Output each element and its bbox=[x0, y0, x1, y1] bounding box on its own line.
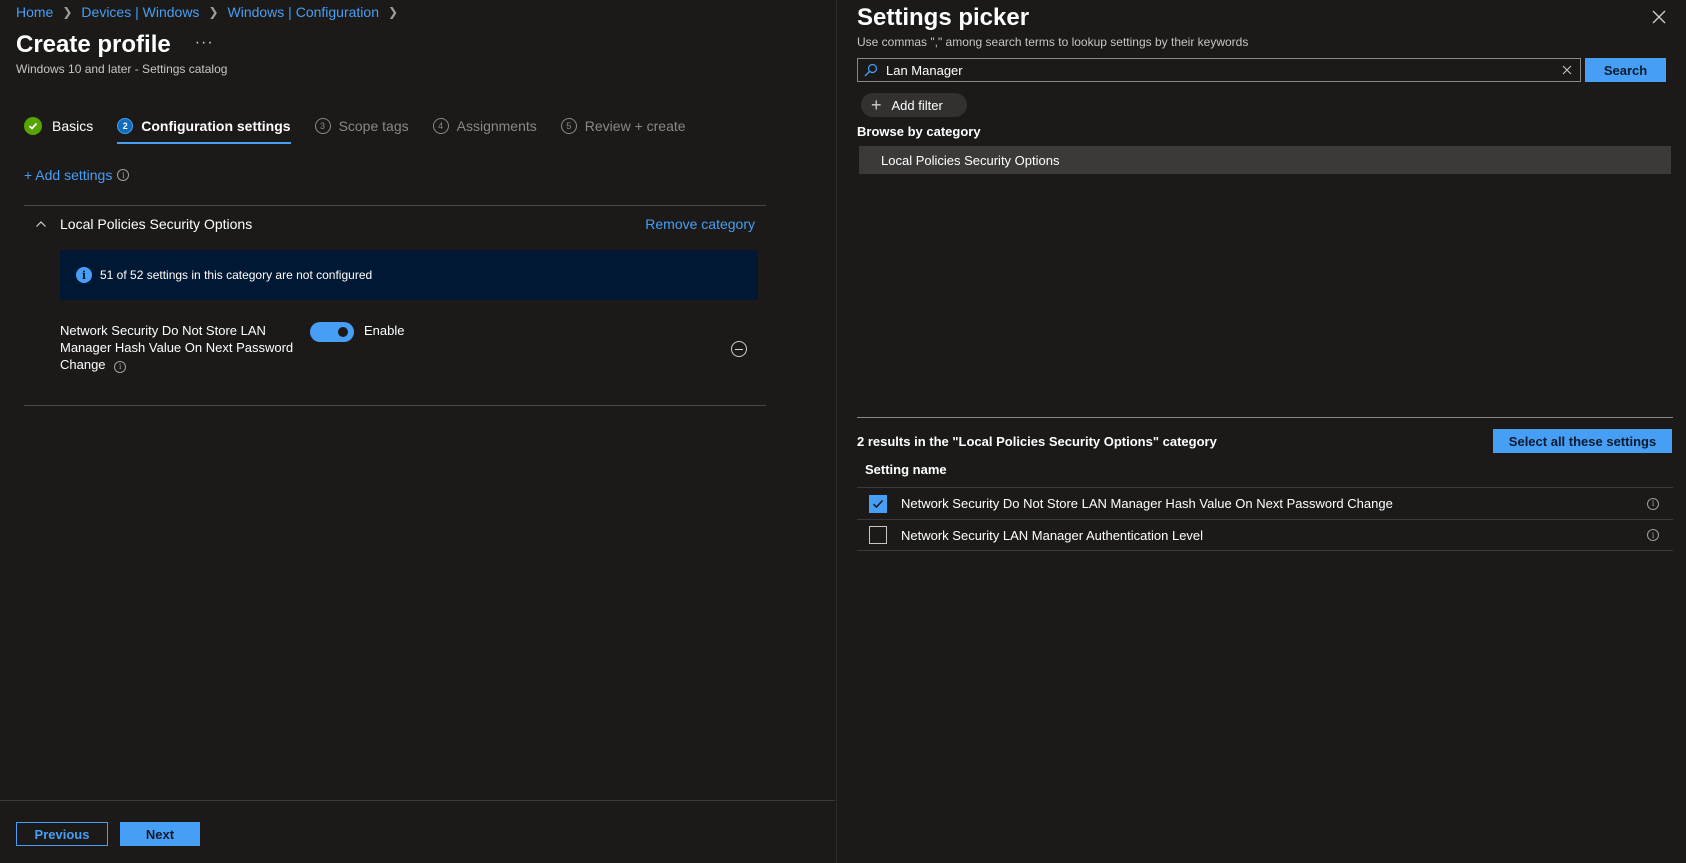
remove-setting-icon[interactable] bbox=[731, 341, 747, 357]
breadcrumb-windows-configuration[interactable]: Windows | Configuration bbox=[228, 4, 379, 20]
toggle-label: Enable bbox=[364, 323, 405, 338]
previous-button[interactable]: Previous bbox=[16, 822, 108, 846]
tab-review-create[interactable]: 5 Review + create bbox=[560, 114, 686, 138]
category-title: Local Policies Security Options bbox=[60, 216, 253, 232]
chevron-up-icon[interactable] bbox=[36, 219, 46, 229]
checkmark-icon bbox=[24, 117, 42, 135]
footer-divider bbox=[0, 800, 835, 801]
wizard-steps: Basics 2 Configuration settings 3 Scope … bbox=[24, 114, 710, 144]
page-subtitle: Windows 10 and later - Settings catalog bbox=[16, 62, 228, 76]
checkbox-unchecked[interactable] bbox=[869, 526, 887, 544]
table-row[interactable]: Network Security Do Not Store LAN Manage… bbox=[857, 487, 1673, 519]
tab-scope-tags[interactable]: 3 Scope tags bbox=[314, 114, 409, 138]
tab-label: Review + create bbox=[584, 118, 686, 134]
add-filter-label: Add filter bbox=[891, 97, 943, 113]
chevron-right-icon: ❯ bbox=[387, 5, 399, 19]
search-field[interactable] bbox=[857, 58, 1581, 82]
category-list-item[interactable]: Local Policies Security Options bbox=[859, 146, 1671, 174]
tab-configuration-settings[interactable]: 2 Configuration settings bbox=[117, 114, 291, 144]
add-settings-link[interactable]: + Add settings i bbox=[24, 167, 130, 183]
remove-category-link[interactable]: Remove category bbox=[645, 216, 755, 232]
divider bbox=[857, 417, 1673, 418]
checkbox-checked[interactable] bbox=[869, 494, 887, 513]
info-banner: i 51 of 52 settings in this category are… bbox=[60, 250, 758, 300]
setting-name: Network Security Do Not Store LAN Manage… bbox=[60, 322, 300, 373]
category-header[interactable]: Local Policies Security Options Remove c… bbox=[24, 214, 766, 234]
tab-label: Assignments bbox=[456, 118, 537, 134]
info-icon[interactable]: i bbox=[114, 360, 127, 373]
plus-icon: + bbox=[871, 95, 882, 115]
search-input[interactable] bbox=[886, 62, 1562, 78]
step-number: 4 bbox=[432, 118, 449, 134]
more-options-icon[interactable]: ··· bbox=[195, 34, 214, 52]
setting-label: Network Security LAN Manager Authenticat… bbox=[901, 527, 1204, 543]
picker-title: Settings picker bbox=[857, 4, 1030, 31]
info-icon: i bbox=[76, 267, 92, 283]
step-number: 5 bbox=[560, 118, 577, 134]
tab-label: Scope tags bbox=[338, 118, 409, 134]
breadcrumb-devices-windows[interactable]: Devices | Windows bbox=[81, 4, 199, 20]
create-profile-pane: Home ❯ Devices | Windows ❯ Windows | Con… bbox=[0, 0, 835, 863]
table-row[interactable]: Network Security LAN Manager Authenticat… bbox=[857, 519, 1673, 551]
step-number: 2 bbox=[117, 118, 134, 134]
select-all-button[interactable]: Select all these settings bbox=[1493, 429, 1672, 453]
next-button[interactable]: Next bbox=[120, 822, 200, 846]
info-icon[interactable]: i bbox=[117, 169, 130, 181]
banner-text: 51 of 52 settings in this category are n… bbox=[100, 268, 373, 282]
info-icon[interactable]: i bbox=[1647, 529, 1659, 541]
chevron-right-icon: ❯ bbox=[208, 5, 219, 19]
picker-subtitle: Use commas "," among search terms to loo… bbox=[857, 35, 1249, 49]
setting-label: Network Security Do Not Store LAN Manage… bbox=[901, 496, 1393, 511]
checkmark-icon bbox=[872, 499, 884, 508]
chevron-right-icon: ❯ bbox=[62, 5, 73, 19]
step-number: 3 bbox=[314, 118, 331, 134]
tab-label: Basics bbox=[52, 118, 94, 134]
browse-by-category-label: Browse by category bbox=[857, 124, 981, 139]
breadcrumb: Home ❯ Devices | Windows ❯ Windows | Con… bbox=[16, 4, 407, 20]
add-settings-label: + Add settings bbox=[24, 167, 113, 183]
breadcrumb-home[interactable]: Home bbox=[16, 4, 53, 20]
tab-assignments[interactable]: 4 Assignments bbox=[432, 114, 537, 138]
clear-icon[interactable] bbox=[1562, 65, 1572, 75]
column-header-setting-name[interactable]: Setting name bbox=[865, 462, 947, 477]
settings-picker-pane: Settings picker Use commas "," among sea… bbox=[836, 0, 1686, 863]
divider bbox=[24, 205, 766, 206]
results-count: 2 results in the "Local Policies Securit… bbox=[857, 434, 1217, 449]
page-title: Create profile bbox=[16, 31, 171, 58]
enable-toggle[interactable] bbox=[310, 322, 354, 342]
toggle-knob bbox=[338, 327, 348, 337]
setting-name-label: Network Security Do Not Store LAN Manage… bbox=[60, 323, 294, 372]
close-icon[interactable] bbox=[1652, 10, 1666, 24]
tab-basics[interactable]: Basics bbox=[24, 114, 93, 138]
search-button[interactable]: Search bbox=[1585, 58, 1666, 82]
divider bbox=[24, 405, 766, 406]
add-filter-button[interactable]: + Add filter bbox=[861, 93, 967, 117]
info-icon[interactable]: i bbox=[1647, 497, 1659, 510]
search-icon bbox=[864, 63, 878, 77]
tab-label: Configuration settings bbox=[141, 118, 291, 134]
